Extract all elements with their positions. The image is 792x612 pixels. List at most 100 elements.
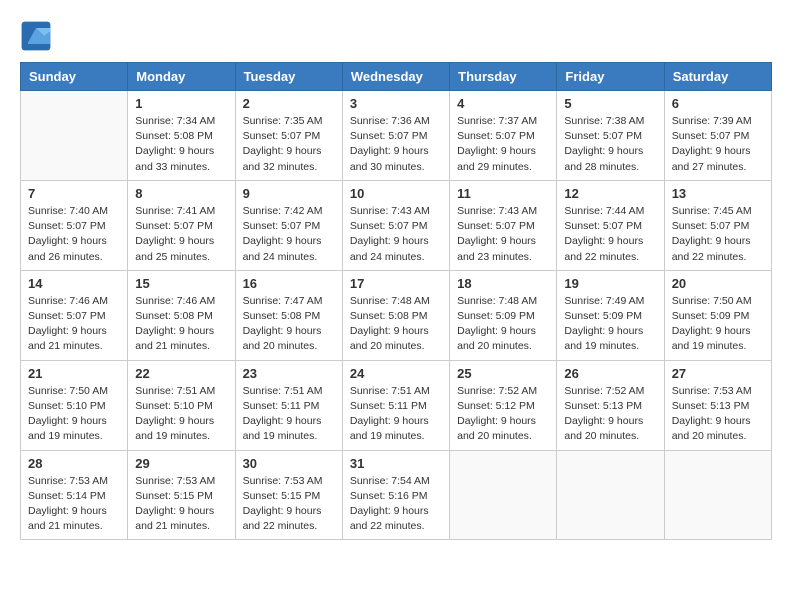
- day-info: Sunrise: 7:52 AM Sunset: 5:12 PM Dayligh…: [457, 384, 549, 445]
- day-number: 29: [135, 456, 227, 471]
- day-info: Sunrise: 7:40 AM Sunset: 5:07 PM Dayligh…: [28, 204, 120, 265]
- calendar-cell: 3Sunrise: 7:36 AM Sunset: 5:07 PM Daylig…: [342, 91, 449, 181]
- calendar-cell: 21 Sunrise: 7:50 AM Sunset: 5:10 PM Dayli…: [21, 360, 128, 450]
- calendar-week-row: 7 Sunrise: 7:40 AM Sunset: 5:07 PM Daylig…: [21, 180, 772, 270]
- calendar-cell: 30 Sunrise: 7:53 AM Sunset: 5:15 PM Dayli…: [235, 450, 342, 540]
- calendar-week-row: 14Sunrise: 7:46 AM Sunset: 5:07 PM Dayli…: [21, 270, 772, 360]
- day-number: 12: [564, 186, 656, 201]
- calendar-week-row: 1 Sunrise: 7:34 AM Sunset: 5:08 PM Daylig…: [21, 91, 772, 181]
- day-number: 7: [28, 186, 120, 201]
- weekday-header-row: SundayMondayTuesdayWednesdayThursdayFrid…: [21, 63, 772, 91]
- calendar-cell: 15 Sunrise: 7:46 AM Sunset: 5:08 PM Dayli…: [128, 270, 235, 360]
- calendar-week-row: 28 Sunrise: 7:53 AM Sunset: 5:14 PM Dayli…: [21, 450, 772, 540]
- calendar-cell: 25 Sunrise: 7:52 AM Sunset: 5:12 PM Dayli…: [450, 360, 557, 450]
- day-number: 28: [28, 456, 120, 471]
- logo-icon: [20, 20, 52, 52]
- calendar-cell: [450, 450, 557, 540]
- calendar-cell: 20 Sunrise: 7:50 AM Sunset: 5:09 PM Dayli…: [664, 270, 771, 360]
- calendar-cell: [557, 450, 664, 540]
- day-info: Sunrise: 7:48 AM Sunset: 5:08 PM Dayligh…: [350, 294, 442, 355]
- day-info: Sunrise: 7:51 AM Sunset: 5:11 PM Dayligh…: [350, 384, 442, 445]
- calendar-cell: 2 Sunrise: 7:35 AM Sunset: 5:07 PM Daylig…: [235, 91, 342, 181]
- day-number: 15: [135, 276, 227, 291]
- day-number: 5: [564, 96, 656, 111]
- day-info: Sunrise: 7:41 AM Sunset: 5:07 PM Dayligh…: [135, 204, 227, 265]
- day-number: 30: [243, 456, 335, 471]
- weekday-header: Tuesday: [235, 63, 342, 91]
- calendar-cell: [21, 91, 128, 181]
- day-number: 2: [243, 96, 335, 111]
- calendar-cell: 11Sunrise: 7:43 AM Sunset: 5:07 PM Dayli…: [450, 180, 557, 270]
- day-number: 20: [672, 276, 764, 291]
- weekday-header: Monday: [128, 63, 235, 91]
- day-number: 19: [564, 276, 656, 291]
- day-info: Sunrise: 7:53 AM Sunset: 5:13 PM Dayligh…: [672, 384, 764, 445]
- day-info: Sunrise: 7:53 AM Sunset: 5:14 PM Dayligh…: [28, 474, 120, 535]
- calendar-cell: 31Sunrise: 7:54 AM Sunset: 5:16 PM Dayli…: [342, 450, 449, 540]
- weekday-header: Sunday: [21, 63, 128, 91]
- day-info: Sunrise: 7:43 AM Sunset: 5:07 PM Dayligh…: [350, 204, 442, 265]
- calendar-cell: 1 Sunrise: 7:34 AM Sunset: 5:08 PM Daylig…: [128, 91, 235, 181]
- calendar-cell: 18 Sunrise: 7:48 AM Sunset: 5:09 PM Dayli…: [450, 270, 557, 360]
- calendar-cell: 14Sunrise: 7:46 AM Sunset: 5:07 PM Dayli…: [21, 270, 128, 360]
- day-info: Sunrise: 7:51 AM Sunset: 5:10 PM Dayligh…: [135, 384, 227, 445]
- calendar-cell: 28 Sunrise: 7:53 AM Sunset: 5:14 PM Dayli…: [21, 450, 128, 540]
- day-number: 11: [457, 186, 549, 201]
- day-info: Sunrise: 7:44 AM Sunset: 5:07 PM Dayligh…: [564, 204, 656, 265]
- day-info: Sunrise: 7:50 AM Sunset: 5:10 PM Dayligh…: [28, 384, 120, 445]
- day-info: Sunrise: 7:53 AM Sunset: 5:15 PM Dayligh…: [243, 474, 335, 535]
- weekday-header: Saturday: [664, 63, 771, 91]
- day-number: 13: [672, 186, 764, 201]
- calendar-cell: 5 Sunrise: 7:38 AM Sunset: 5:07 PM Daylig…: [557, 91, 664, 181]
- day-number: 17: [350, 276, 442, 291]
- day-info: Sunrise: 7:38 AM Sunset: 5:07 PM Dayligh…: [564, 114, 656, 175]
- calendar-cell: 24 Sunrise: 7:51 AM Sunset: 5:11 PM Dayli…: [342, 360, 449, 450]
- day-number: 25: [457, 366, 549, 381]
- day-number: 27: [672, 366, 764, 381]
- day-info: Sunrise: 7:45 AM Sunset: 5:07 PM Dayligh…: [672, 204, 764, 265]
- calendar-cell: 13 Sunrise: 7:45 AM Sunset: 5:07 PM Dayli…: [664, 180, 771, 270]
- day-number: 4: [457, 96, 549, 111]
- day-info: Sunrise: 7:35 AM Sunset: 5:07 PM Dayligh…: [243, 114, 335, 175]
- day-number: 1: [135, 96, 227, 111]
- day-info: Sunrise: 7:37 AM Sunset: 5:07 PM Dayligh…: [457, 114, 549, 175]
- day-number: 18: [457, 276, 549, 291]
- calendar-cell: 7 Sunrise: 7:40 AM Sunset: 5:07 PM Daylig…: [21, 180, 128, 270]
- day-number: 16: [243, 276, 335, 291]
- day-info: Sunrise: 7:53 AM Sunset: 5:15 PM Dayligh…: [135, 474, 227, 535]
- day-info: Sunrise: 7:49 AM Sunset: 5:09 PM Dayligh…: [564, 294, 656, 355]
- calendar-cell: 22 Sunrise: 7:51 AM Sunset: 5:10 PM Dayli…: [128, 360, 235, 450]
- day-info: Sunrise: 7:46 AM Sunset: 5:08 PM Dayligh…: [135, 294, 227, 355]
- calendar-cell: 12 Sunrise: 7:44 AM Sunset: 5:07 PM Dayli…: [557, 180, 664, 270]
- calendar-cell: [664, 450, 771, 540]
- weekday-header: Thursday: [450, 63, 557, 91]
- day-number: 23: [243, 366, 335, 381]
- day-info: Sunrise: 7:36 AM Sunset: 5:07 PM Dayligh…: [350, 114, 442, 175]
- day-number: 14: [28, 276, 120, 291]
- logo: [20, 20, 56, 52]
- weekday-header: Wednesday: [342, 63, 449, 91]
- calendar-cell: 4 Sunrise: 7:37 AM Sunset: 5:07 PM Daylig…: [450, 91, 557, 181]
- day-info: Sunrise: 7:34 AM Sunset: 5:08 PM Dayligh…: [135, 114, 227, 175]
- day-number: 24: [350, 366, 442, 381]
- day-number: 22: [135, 366, 227, 381]
- calendar-week-row: 21 Sunrise: 7:50 AM Sunset: 5:10 PM Dayli…: [21, 360, 772, 450]
- day-number: 8: [135, 186, 227, 201]
- day-number: 26: [564, 366, 656, 381]
- calendar-cell: 27 Sunrise: 7:53 AM Sunset: 5:13 PM Dayli…: [664, 360, 771, 450]
- calendar-cell: 26 Sunrise: 7:52 AM Sunset: 5:13 PM Dayli…: [557, 360, 664, 450]
- day-number: 31: [350, 456, 442, 471]
- day-info: Sunrise: 7:50 AM Sunset: 5:09 PM Dayligh…: [672, 294, 764, 355]
- calendar-cell: 16 Sunrise: 7:47 AM Sunset: 5:08 PM Dayli…: [235, 270, 342, 360]
- page-header: [20, 20, 772, 52]
- calendar-cell: 9Sunrise: 7:42 AM Sunset: 5:07 PM Daylig…: [235, 180, 342, 270]
- day-info: Sunrise: 7:42 AM Sunset: 5:07 PM Dayligh…: [243, 204, 335, 265]
- day-info: Sunrise: 7:47 AM Sunset: 5:08 PM Dayligh…: [243, 294, 335, 355]
- day-info: Sunrise: 7:52 AM Sunset: 5:13 PM Dayligh…: [564, 384, 656, 445]
- weekday-header: Friday: [557, 63, 664, 91]
- calendar-cell: 8 Sunrise: 7:41 AM Sunset: 5:07 PM Daylig…: [128, 180, 235, 270]
- day-number: 21: [28, 366, 120, 381]
- day-info: Sunrise: 7:48 AM Sunset: 5:09 PM Dayligh…: [457, 294, 549, 355]
- calendar-cell: 10 Sunrise: 7:43 AM Sunset: 5:07 PM Dayli…: [342, 180, 449, 270]
- day-number: 10: [350, 186, 442, 201]
